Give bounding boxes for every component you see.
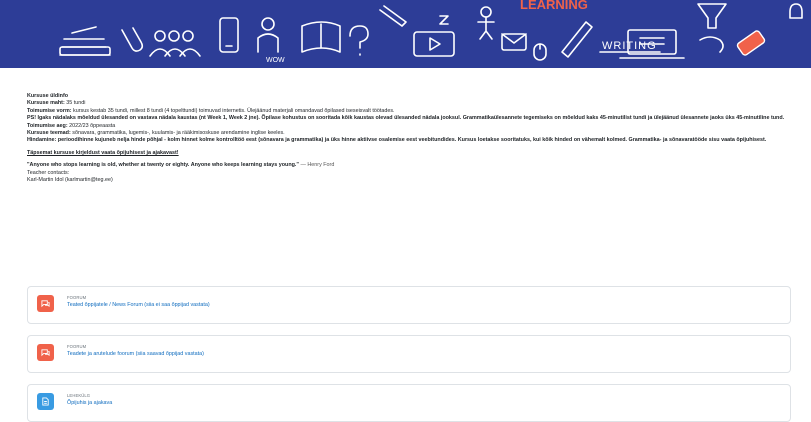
quote-author: — Henry Ford — [300, 162, 335, 169]
forum-icon — [37, 295, 54, 312]
summary-heading: Kursuse üldinfo — [27, 93, 69, 99]
activity-link[interactable]: Teated õppijatele / News Forum (siia ei … — [67, 302, 210, 308]
course-banner: LEARNING WRITING WOW — [0, 0, 811, 68]
activity-link[interactable]: Teadete ja arutelude foorum (siia saavad… — [67, 351, 204, 357]
teacher-contact: Karl-Martin Idol (karlmartin@teg.ee) — [27, 177, 113, 184]
contacts-label: Teacher contacts: — [27, 169, 70, 176]
forum-icon — [37, 344, 54, 361]
details-link[interactable]: Täpsemat kursuse kirjeldust vaata õpijuh… — [27, 150, 179, 156]
activity-card-discussion-forum[interactable]: FOORUM Teadete ja arutelude foorum (siia… — [27, 335, 791, 373]
quote: "Anyone who stops learning is old, wheth… — [27, 162, 335, 169]
summary-row-topics: Kursuse teemad: sõnavara, grammatika, lu… — [27, 130, 285, 137]
banner-word-wow: WOW — [266, 57, 285, 64]
summary-row-time: Toimumise aeg: 2022/23 õppeaasta — [27, 122, 116, 129]
activity-link[interactable]: Õpijuhis ja ajakava — [67, 400, 112, 406]
summary-row-grading: Hindamine: perioodihinne kujuneb nelja h… — [27, 137, 767, 144]
banner-word-learning: LEARNING — [520, 0, 588, 12]
summary-row-volume: Kursuse maht: 35 tundi — [27, 100, 86, 107]
activity-type-label: FOORUM — [67, 344, 87, 349]
page-icon — [37, 393, 54, 410]
summary-ps-note: PS! Igaks nädalaks mõeldud ülesanded on … — [27, 115, 785, 122]
activity-type-label: FOORUM — [67, 295, 87, 300]
activity-card-news-forum[interactable]: FOORUM Teated õppijatele / News Forum (s… — [27, 286, 791, 324]
banner-background — [0, 0, 811, 68]
activity-card-study-guide[interactable]: LEHEKÜLG Õpijuhis ja ajakava — [27, 384, 791, 422]
course-summary: Kursuse üldinfo Kursuse maht: 35 tundi T… — [27, 93, 797, 184]
activity-type-label: LEHEKÜLG — [67, 393, 91, 398]
banner-word-writing: WRITING — [602, 40, 657, 52]
